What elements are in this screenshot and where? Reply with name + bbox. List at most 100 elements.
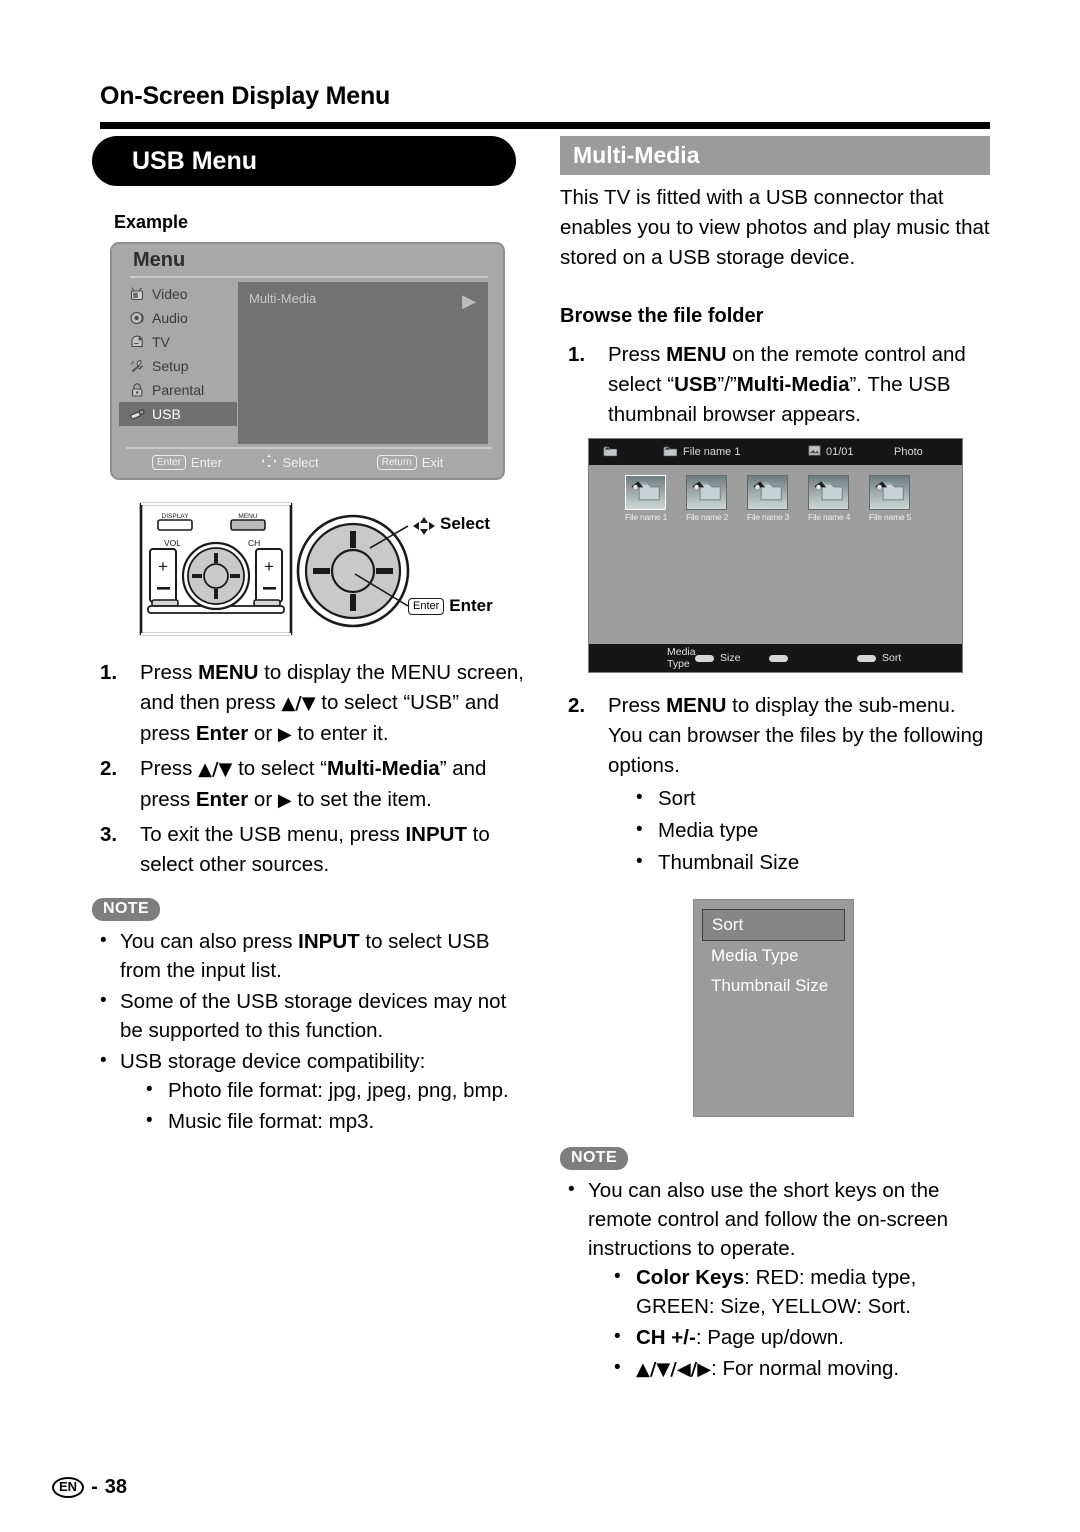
chevron-right-icon: ▶ xyxy=(462,291,476,312)
osd-footer-rule xyxy=(126,447,492,449)
thumbnail-grid: File name 1 File name 2 File name 3 File… xyxy=(589,465,962,522)
color-key-chip xyxy=(857,654,876,662)
step-number: 1. xyxy=(568,343,586,366)
step-text: Press MENU to display the MENU screen, a… xyxy=(140,661,524,745)
language-badge: EN xyxy=(52,1477,85,1498)
step-2-options: Sort Media type Thumbnail Size xyxy=(608,782,992,879)
note-badge: NOTE xyxy=(92,898,161,921)
osd-hint-label: Select xyxy=(282,454,319,470)
note-item: USB storage device compatibility: Photo … xyxy=(92,1046,524,1136)
step-text: Press ▲/▼ to select “Multi-Media” and pr… xyxy=(140,757,487,811)
left-note-block: NOTE You can also press INPUT to select … xyxy=(92,898,524,1136)
osd-item-label: Audio xyxy=(152,310,188,326)
osd-item-label: Video xyxy=(152,286,188,302)
color-key-sort[interactable]: Sort xyxy=(857,652,937,664)
note-subtext: Music file format: mp3. xyxy=(168,1110,375,1133)
color-key-label: Media Type xyxy=(667,646,696,670)
note-sublist: Color Keys: RED: media type, GREEN: Size… xyxy=(588,1262,992,1384)
right-note-list: You can also use the short keys on the r… xyxy=(560,1175,992,1384)
osd-sidebar: Video Audio TV Setup Parental USB xyxy=(119,282,237,426)
osd-pane-item-multimedia[interactable]: Multi-Media xyxy=(249,291,316,306)
color-key-chip xyxy=(695,654,714,662)
thumbnail-caption: File name 2 xyxy=(686,512,729,522)
right-step-2-list: 2. Press MENU to display the sub-menu. Y… xyxy=(560,691,992,879)
usb-icon xyxy=(129,406,146,422)
step-number: 2. xyxy=(568,694,586,717)
step-text: To exit the USB menu, press INPUT to sel… xyxy=(140,823,490,876)
color-key-size[interactable]: Size xyxy=(695,652,769,664)
note-subitem: Music file format: mp3. xyxy=(120,1106,524,1136)
thumbnail-item[interactable]: File name 5 xyxy=(869,475,911,522)
color-key-media-type[interactable]: Media Type xyxy=(589,646,696,670)
svg-text:VOL: VOL xyxy=(164,538,181,548)
osd-footer-hints: Enter Enter Select Return Exit xyxy=(126,450,492,474)
right-column: Multi-Media This TV is fitted with a USB… xyxy=(560,136,992,1386)
osd-item-video[interactable]: Video xyxy=(124,282,230,306)
thumbnail-caption: File name 1 xyxy=(625,512,668,522)
browser-current-folder: File name 1 xyxy=(663,444,808,460)
note-subitem: ▲/▼/◀/▶: For normal moving. xyxy=(588,1353,992,1384)
thumbnail-item[interactable]: File name 1 xyxy=(625,475,668,522)
speaker-icon xyxy=(129,310,146,326)
osd-item-label: Parental xyxy=(152,382,205,398)
svg-text:MENU: MENU xyxy=(238,513,257,520)
step-text: Press MENU on the remote control and sel… xyxy=(608,343,966,426)
osd-title-rule xyxy=(130,276,488,278)
folder-photo-icon xyxy=(603,444,618,460)
folder-photo-icon xyxy=(686,475,727,510)
thumbnail-caption: File name 3 xyxy=(747,512,790,522)
browser-root-folder[interactable] xyxy=(589,444,663,460)
submenu-item-thumbnail-size[interactable]: Thumbnail Size xyxy=(702,971,845,1001)
color-key-label: Sort xyxy=(882,652,902,664)
option-item: Sort xyxy=(608,782,992,815)
browser-folder-name: File name 1 xyxy=(683,446,741,458)
folder-photo-icon xyxy=(663,444,678,460)
folder-photo-icon xyxy=(808,475,849,510)
osd-item-label: Setup xyxy=(152,358,189,374)
submenu-item-media-type[interactable]: Media Type xyxy=(702,941,845,971)
usb-menu-heading: USB Menu xyxy=(92,136,516,186)
page-number: 38 xyxy=(104,1476,127,1498)
osd-hint-label: Enter xyxy=(190,454,222,470)
osd-item-tv[interactable]: TV xyxy=(124,330,230,354)
osd-hint-select: Select xyxy=(261,454,376,471)
folder-photo-icon xyxy=(869,475,910,510)
note-subitem: Color Keys: RED: media type, GREEN: Size… xyxy=(588,1262,992,1321)
browser-bottom-bar: Media Type Size Sort xyxy=(589,644,962,672)
note-text: You can also press INPUT to select USB f… xyxy=(120,930,490,982)
remote-control-illustration: DISPLAY MENU VOL CH + + Select Enter Ent… xyxy=(108,496,508,646)
osd-item-setup[interactable]: Setup xyxy=(124,354,230,378)
option-item: Thumbnail Size xyxy=(608,846,992,879)
thumbnail-item[interactable]: File name 2 xyxy=(686,475,729,522)
step-2: 2. Press ▲/▼ to select “Multi-Media” and… xyxy=(92,754,524,816)
note-subitem: Photo file format: jpg, jpeg, png, bmp. xyxy=(120,1075,524,1105)
enter-keycap: Enter xyxy=(152,454,186,470)
thumbnail-item[interactable]: File name 3 xyxy=(747,475,790,522)
osd-item-audio[interactable]: Audio xyxy=(124,306,230,330)
multimedia-heading: Multi-Media xyxy=(560,136,990,175)
right-step-1-list: 1. Press MENU on the remote control and … xyxy=(560,340,992,430)
osd-pane: Multi-Media ▶ xyxy=(238,282,488,444)
step-1: 1. Press MENU to display the MENU screen… xyxy=(92,658,524,750)
dpad-icon xyxy=(261,454,277,471)
step-1: 1. Press MENU on the remote control and … xyxy=(560,340,992,430)
browser-counter-label: 01/01 xyxy=(826,446,854,458)
step-number: 3. xyxy=(100,823,118,846)
svg-text:CH: CH xyxy=(248,538,260,548)
submenu-item-sort[interactable]: Sort xyxy=(702,909,845,941)
running-head: On-Screen Display Menu xyxy=(100,82,391,110)
thumbnail-item[interactable]: File name 4 xyxy=(808,475,851,522)
thumbnail-caption: File name 4 xyxy=(808,512,851,522)
note-item: You can also use the short keys on the r… xyxy=(560,1175,992,1384)
step-3: 3. To exit the USB menu, press INPUT to … xyxy=(92,820,524,880)
browser-media-type: Photo xyxy=(894,446,923,458)
note-badge: NOTE xyxy=(560,1147,629,1170)
photo-count-icon xyxy=(808,444,821,460)
manual-page: On-Screen Display Menu USB Menu Example … xyxy=(0,0,1080,1532)
note-item: Some of the USB storage devices may not … xyxy=(92,986,524,1045)
osd-item-label: TV xyxy=(152,334,170,350)
osd-item-parental[interactable]: Parental xyxy=(124,378,230,402)
osd-item-usb[interactable]: USB xyxy=(119,402,237,426)
browser-content-area: File name 1 File name 2 File name 3 File… xyxy=(589,465,962,646)
color-key-blank[interactable] xyxy=(769,654,857,662)
